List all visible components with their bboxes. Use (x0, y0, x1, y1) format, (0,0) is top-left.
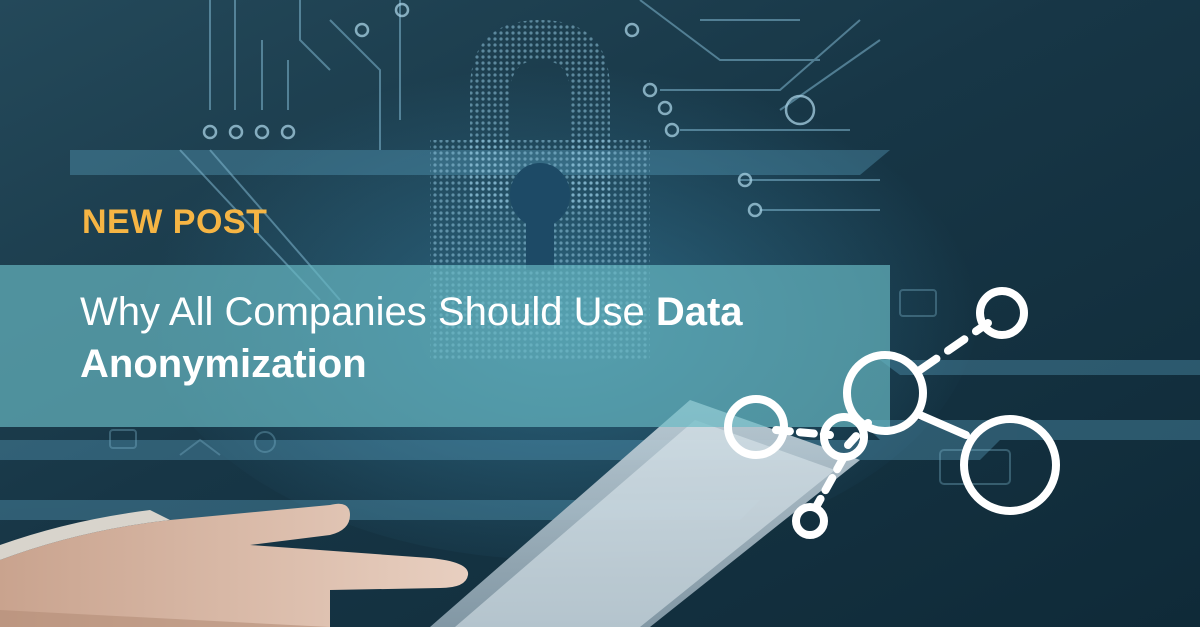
headline-bold-text-line-2: Anonymization (80, 342, 367, 386)
headline-regular-text: Why All Companies Should Use (80, 290, 656, 334)
new-post-label: NEW POST (82, 203, 268, 241)
node-graph-icon (724, 287, 1060, 539)
